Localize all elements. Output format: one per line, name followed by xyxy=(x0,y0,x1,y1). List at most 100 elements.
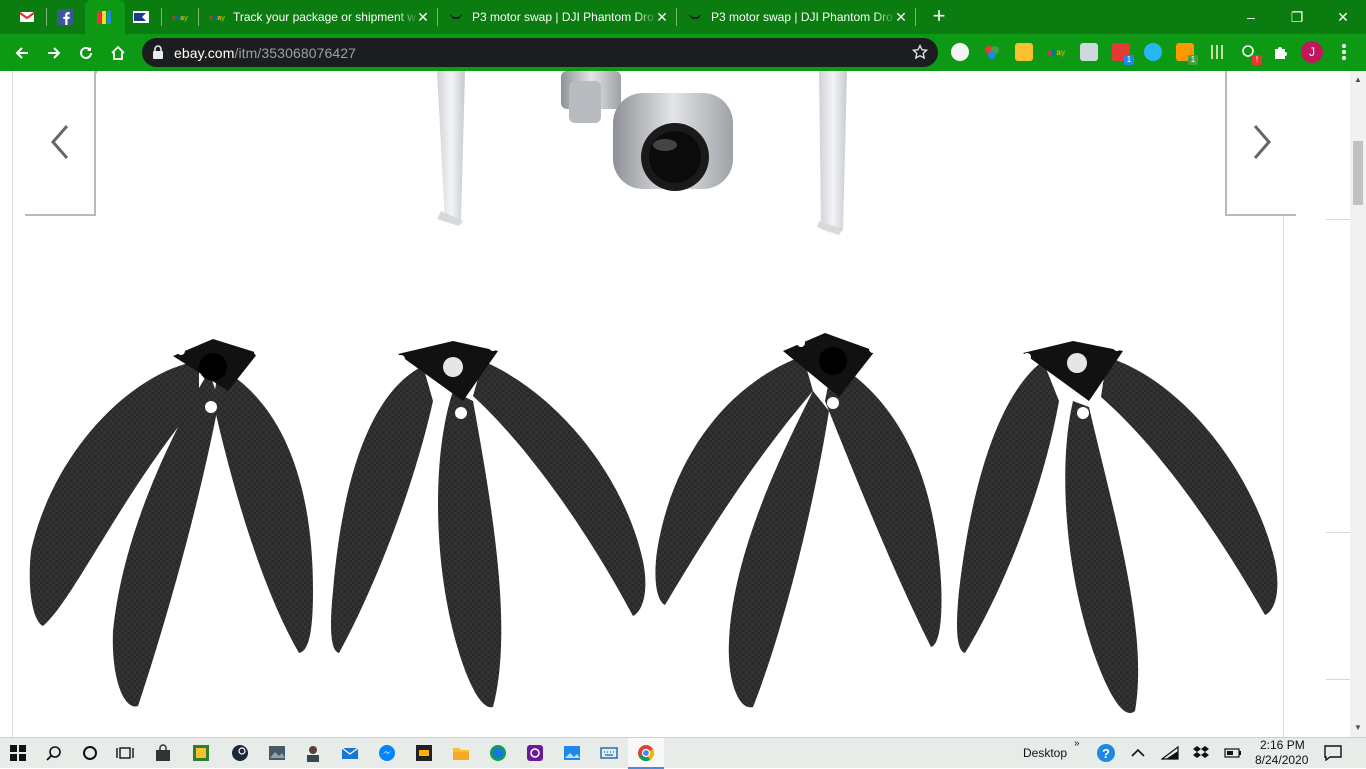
svg-text:ebay: ebay xyxy=(1047,48,1065,57)
extension-notes-icon[interactable] xyxy=(1015,43,1033,61)
close-icon[interactable]: ✕ xyxy=(654,9,670,25)
gallery-next-button[interactable] xyxy=(1225,71,1296,216)
mail-icon[interactable] xyxy=(339,742,361,764)
propeller-set-1 xyxy=(29,339,313,707)
reload-button[interactable] xyxy=(72,39,100,67)
tab-pinned-flag[interactable] xyxy=(125,0,161,34)
product-image xyxy=(29,71,1278,713)
clock-time[interactable]: 2:16 PM xyxy=(1260,738,1305,752)
extension-bird-icon[interactable] xyxy=(1144,43,1162,61)
reload-icon xyxy=(80,46,92,59)
extension-p-icon[interactable]: 1 xyxy=(1112,43,1134,65)
tab-pinned-ebay[interactable]: ebay xyxy=(162,0,198,34)
extension-box-icon[interactable] xyxy=(1080,43,1098,61)
gmail-icon xyxy=(19,9,35,25)
propeller-set-4 xyxy=(957,341,1278,713)
close-icon[interactable]: ✕ xyxy=(415,9,431,25)
browser-toolbar: ebay.com/itm/353068076427 ebay 1 1 ! xyxy=(0,34,1366,71)
chevron-right-icon xyxy=(1253,125,1271,159)
wifi-icon[interactable] xyxy=(1159,742,1181,764)
scroll-thumb[interactable] xyxy=(1353,141,1363,205)
extension-hand-icon[interactable] xyxy=(951,43,969,61)
messenger-icon[interactable] xyxy=(376,742,398,764)
tab-pinned-active[interactable] xyxy=(85,0,125,34)
flag-icon xyxy=(133,9,149,25)
drone-icon xyxy=(448,9,464,25)
task-view-icon[interactable] xyxy=(114,742,136,764)
cortana-icon[interactable] xyxy=(79,742,101,764)
forward-button[interactable] xyxy=(40,39,68,67)
star-icon[interactable] xyxy=(911,43,929,65)
tab-title: P3 motor swap | DJI Phantom Dro xyxy=(711,10,893,24)
battery-icon[interactable] xyxy=(1222,742,1244,764)
keyboard-icon[interactable] xyxy=(598,742,620,764)
tab-p3-motor-swap-2[interactable]: P3 motor swap | DJI Phantom Dro ✕ xyxy=(677,0,915,34)
home-button[interactable] xyxy=(104,39,132,67)
desktop-toolbar-label[interactable]: Desktop xyxy=(1023,746,1067,760)
extension-orange-icon[interactable]: 1 xyxy=(1176,43,1198,65)
file-explorer-icon[interactable] xyxy=(450,742,472,764)
person-app-icon[interactable] xyxy=(302,742,324,764)
windows-start-icon[interactable] xyxy=(7,742,29,764)
svg-text:ebay: ebay xyxy=(209,15,225,22)
windows-taskbar: Desktop » ? 2:16 PM 8/24/2020 xyxy=(0,737,1366,769)
arrow-right-icon xyxy=(48,47,61,59)
tab-gmail[interactable] xyxy=(8,0,46,34)
tab-title: Track your package or shipment w xyxy=(233,10,416,24)
photos-icon[interactable] xyxy=(561,742,583,764)
extension-color-dots-icon[interactable] xyxy=(983,43,1001,61)
drone-icon xyxy=(687,9,703,25)
back-button[interactable] xyxy=(8,39,36,67)
store-bag-icon[interactable] xyxy=(152,742,174,764)
home-icon xyxy=(111,45,125,60)
profile-avatar[interactable]: J xyxy=(1301,41,1323,63)
ebay-icon: ebay xyxy=(172,9,188,25)
tab-track-package[interactable]: ebay Track your package or shipment w ✕ xyxy=(199,0,437,34)
extensions-puzzle-icon[interactable] xyxy=(1272,43,1290,61)
arrow-left-icon xyxy=(15,47,28,59)
new-tab-button[interactable]: + xyxy=(928,5,950,27)
notifications-icon[interactable] xyxy=(1322,742,1344,764)
minimize-button[interactable]: – xyxy=(1228,0,1274,34)
maximize-button[interactable]: ❐ xyxy=(1274,0,1320,34)
scroll-down-icon[interactable]: ▼ xyxy=(1354,723,1362,732)
help-icon[interactable]: ? xyxy=(1095,742,1117,764)
tab-p3-motor-swap-1[interactable]: P3 motor swap | DJI Phantom Dro ✕ xyxy=(438,0,676,34)
extension-shield-icon[interactable]: ! xyxy=(1240,43,1262,65)
propeller-set-2 xyxy=(331,341,646,708)
steam-icon[interactable] xyxy=(229,742,251,764)
url-text: ebay.com/itm/353068076427 xyxy=(174,44,357,61)
lock-icon[interactable] xyxy=(152,45,164,64)
svg-text:?: ? xyxy=(1102,746,1110,761)
desktop-chevron[interactable]: » xyxy=(1074,738,1080,749)
green-app-icon[interactable] xyxy=(190,742,212,764)
extension-ebay-icon[interactable]: ebay xyxy=(1047,43,1066,61)
menu-kebab-icon[interactable] xyxy=(1338,42,1350,62)
tab-title: P3 motor swap | DJI Phantom Dro xyxy=(472,10,654,24)
game-app-icon[interactable] xyxy=(413,742,435,764)
scroll-up-icon[interactable]: ▲ xyxy=(1354,75,1362,84)
tab-facebook[interactable] xyxy=(47,0,85,34)
svg-text:ebay: ebay xyxy=(172,15,188,22)
ebay-icon: ebay xyxy=(209,9,225,25)
dropbox-icon[interactable] xyxy=(1190,742,1212,764)
tab-strip: ebay ebay Track your package or shipment… xyxy=(0,0,1366,34)
address-bar[interactable]: ebay.com/itm/353068076427 xyxy=(142,38,938,67)
chrome-icon[interactable] xyxy=(635,742,657,764)
photo-app-icon[interactable] xyxy=(266,742,288,764)
close-window-button[interactable]: ✕ xyxy=(1320,0,1366,34)
chevron-up-icon[interactable] xyxy=(1127,742,1149,764)
product-image-gallery xyxy=(12,71,1296,737)
search-icon[interactable] xyxy=(43,742,65,764)
extension-equalizer-icon[interactable] xyxy=(1208,43,1226,61)
clock-date[interactable]: 8/24/2020 xyxy=(1255,753,1308,767)
colorful-bars-icon xyxy=(96,9,112,25)
close-icon[interactable]: ✕ xyxy=(893,9,909,25)
page-content xyxy=(0,71,1350,737)
propeller-set-3 xyxy=(655,333,942,708)
edge-icon[interactable] xyxy=(487,742,509,764)
page-scrollbar[interactable]: ▲ ▼ xyxy=(1350,71,1366,737)
purple-app-icon[interactable] xyxy=(524,742,546,764)
gallery-prev-button[interactable] xyxy=(25,71,96,216)
drone-camera-gimbal xyxy=(561,71,733,191)
